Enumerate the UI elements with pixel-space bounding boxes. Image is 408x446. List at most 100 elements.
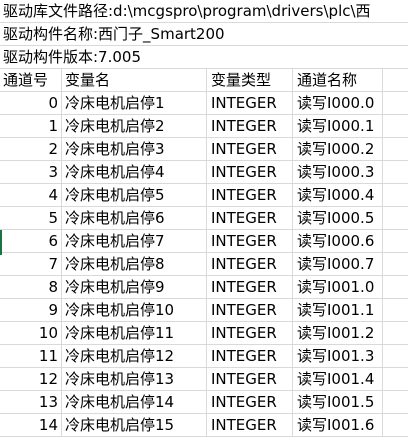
empty-cell[interactable] bbox=[383, 115, 408, 137]
component-name-text[interactable]: 驱动构件名称:西门子_Smart200 bbox=[3, 23, 408, 45]
component-version-text[interactable]: 驱动构件版本:7.005 bbox=[3, 46, 408, 68]
info-row-component-version[interactable]: 驱动构件版本:7.005 bbox=[0, 46, 408, 69]
channel-name-cell[interactable]: 读写I000.2 bbox=[293, 138, 383, 160]
channel-number-cell[interactable]: 2 bbox=[0, 138, 62, 160]
variable-type-cell[interactable]: INTEGER bbox=[207, 230, 293, 252]
variable-name-cell[interactable]: 冷床电机启停14 bbox=[62, 391, 207, 413]
channel-number-cell[interactable]: 9 bbox=[0, 299, 62, 321]
empty-cell[interactable] bbox=[383, 207, 408, 229]
table-row: 10 冷床电机启停11 INTEGER 读写I001.2 bbox=[0, 322, 408, 345]
variable-name-cell[interactable]: 冷床电机启停15 bbox=[62, 414, 207, 436]
channel-name-cell[interactable]: 读写I000.3 bbox=[293, 161, 383, 183]
table-row: 8 冷床电机启停9 INTEGER 读写I001.0 bbox=[0, 276, 408, 299]
variable-type-cell[interactable]: INTEGER bbox=[207, 345, 293, 367]
variable-type-cell[interactable]: INTEGER bbox=[207, 184, 293, 206]
channel-name-cell[interactable]: 读写I000.1 bbox=[293, 115, 383, 137]
info-row-component-name[interactable]: 驱动构件名称:西门子_Smart200 bbox=[0, 23, 408, 46]
empty-cell[interactable] bbox=[383, 161, 408, 183]
channel-number-cell[interactable]: 13 bbox=[0, 391, 62, 413]
channel-number-cell[interactable]: 4 bbox=[0, 184, 62, 206]
variable-name-cell[interactable]: 冷床电机启停12 bbox=[62, 345, 207, 367]
empty-cell[interactable] bbox=[383, 322, 408, 344]
channel-name-cell[interactable]: 读写I001.4 bbox=[293, 368, 383, 390]
channel-name-cell[interactable]: 读写I001.2 bbox=[293, 322, 383, 344]
channel-name-cell[interactable]: 读写I000.5 bbox=[293, 207, 383, 229]
variable-name-cell[interactable]: 冷床电机启停1 bbox=[62, 92, 207, 114]
table-row: 12 冷床电机启停13 INTEGER 读写I001.4 bbox=[0, 368, 408, 391]
table-row: 9 冷床电机启停10 INTEGER 读写I001.1 bbox=[0, 299, 408, 322]
header-variable-name[interactable]: 变量名 bbox=[62, 69, 207, 91]
table-row: 6 冷床电机启停7 INTEGER 读写I000.6 bbox=[0, 230, 408, 253]
table-row: 2 冷床电机启停3 INTEGER 读写I000.2 bbox=[0, 138, 408, 161]
channel-name-cell[interactable]: 读写I001.6 bbox=[293, 414, 383, 436]
channel-number-cell[interactable]: 12 bbox=[0, 368, 62, 390]
channel-name-cell[interactable]: 读写I001.0 bbox=[293, 276, 383, 298]
table-row: 14 冷床电机启停15 INTEGER 读写I001.6 bbox=[0, 414, 408, 437]
table-row: 4 冷床电机启停5 INTEGER 读写I000.4 bbox=[0, 184, 408, 207]
channel-number-cell[interactable]: 3 bbox=[0, 161, 62, 183]
library-path-text[interactable]: 驱动库文件路径:d:\mcgspro\program\drivers\plc\西 bbox=[3, 0, 408, 22]
header-channel-number[interactable]: 通道号 bbox=[0, 69, 62, 91]
channel-name-cell[interactable]: 读写I000.7 bbox=[293, 253, 383, 275]
variable-name-cell[interactable]: 冷床电机启停11 bbox=[62, 322, 207, 344]
variable-type-cell[interactable]: INTEGER bbox=[207, 138, 293, 160]
channel-number-cell[interactable]: 5 bbox=[0, 207, 62, 229]
empty-cell[interactable] bbox=[383, 253, 408, 275]
empty-cell[interactable] bbox=[383, 276, 408, 298]
variable-type-cell[interactable]: INTEGER bbox=[207, 207, 293, 229]
table-row: 5 冷床电机启停6 INTEGER 读写I000.5 bbox=[0, 207, 408, 230]
variable-type-cell[interactable]: INTEGER bbox=[207, 253, 293, 275]
header-channel-name[interactable]: 通道名称 bbox=[293, 69, 383, 91]
variable-type-cell[interactable]: INTEGER bbox=[207, 414, 293, 436]
variable-type-cell[interactable]: INTEGER bbox=[207, 276, 293, 298]
empty-cell[interactable] bbox=[383, 345, 408, 367]
variable-type-cell[interactable]: INTEGER bbox=[207, 368, 293, 390]
table-row: 11 冷床电机启停12 INTEGER 读写I001.3 bbox=[0, 345, 408, 368]
variable-type-cell[interactable]: INTEGER bbox=[207, 161, 293, 183]
empty-cell[interactable] bbox=[383, 391, 408, 413]
channel-number-cell[interactable]: 11 bbox=[0, 345, 62, 367]
channel-name-cell[interactable]: 读写I001.1 bbox=[293, 299, 383, 321]
channel-number-cell[interactable]: 0 bbox=[0, 92, 62, 114]
empty-cell[interactable] bbox=[383, 299, 408, 321]
empty-cell[interactable] bbox=[383, 92, 408, 114]
variable-type-cell[interactable]: INTEGER bbox=[207, 92, 293, 114]
channel-name-cell[interactable]: 读写I001.5 bbox=[293, 391, 383, 413]
channel-name-cell[interactable]: 读写I000.0 bbox=[293, 92, 383, 114]
variable-name-cell[interactable]: 冷床电机启停10 bbox=[62, 299, 207, 321]
channel-name-cell[interactable]: 读写I000.4 bbox=[293, 184, 383, 206]
variable-name-cell[interactable]: 冷床电机启停8 bbox=[62, 253, 207, 275]
channel-name-cell[interactable]: 读写I000.6 bbox=[293, 230, 383, 252]
variable-name-cell[interactable]: 冷床电机启停13 bbox=[62, 368, 207, 390]
empty-cell[interactable] bbox=[383, 138, 408, 160]
table-row: 1 冷床电机启停2 INTEGER 读写I000.1 bbox=[0, 115, 408, 138]
table-row: 3 冷床电机启停4 INTEGER 读写I000.3 bbox=[0, 161, 408, 184]
channel-number-cell[interactable]: 7 bbox=[0, 253, 62, 275]
variable-name-cell[interactable]: 冷床电机启停5 bbox=[62, 184, 207, 206]
variable-type-cell[interactable]: INTEGER bbox=[207, 391, 293, 413]
variable-name-cell[interactable]: 冷床电机启停9 bbox=[62, 276, 207, 298]
channel-number-cell[interactable]: 10 bbox=[0, 322, 62, 344]
table-row: 0 冷床电机启停1 INTEGER 读写I000.0 bbox=[0, 92, 408, 115]
variable-type-cell[interactable]: INTEGER bbox=[207, 322, 293, 344]
empty-cell[interactable] bbox=[383, 368, 408, 390]
variable-name-cell[interactable]: 冷床电机启停6 bbox=[62, 207, 207, 229]
info-row-library-path[interactable]: 驱动库文件路径:d:\mcgspro\program\drivers\plc\西 bbox=[0, 0, 408, 23]
channel-number-cell[interactable]: 6 bbox=[0, 230, 62, 252]
channel-number-cell[interactable]: 1 bbox=[0, 115, 62, 137]
variable-type-cell[interactable]: INTEGER bbox=[207, 115, 293, 137]
empty-cell[interactable] bbox=[383, 69, 408, 91]
variable-name-cell[interactable]: 冷床电机启停2 bbox=[62, 115, 207, 137]
empty-cell[interactable] bbox=[383, 184, 408, 206]
channel-name-cell[interactable]: 读写I001.3 bbox=[293, 345, 383, 367]
empty-cell[interactable] bbox=[383, 414, 408, 436]
variable-type-cell[interactable]: INTEGER bbox=[207, 299, 293, 321]
channel-number-cell[interactable]: 14 bbox=[0, 414, 62, 436]
variable-name-cell[interactable]: 冷床电机启停4 bbox=[62, 161, 207, 183]
row-selection-marker bbox=[0, 230, 2, 255]
channel-number-cell[interactable]: 8 bbox=[0, 276, 62, 298]
empty-cell[interactable] bbox=[383, 230, 408, 252]
variable-name-cell[interactable]: 冷床电机启停7 bbox=[62, 230, 207, 252]
variable-name-cell[interactable]: 冷床电机启停3 bbox=[62, 138, 207, 160]
header-variable-type[interactable]: 变量类型 bbox=[207, 69, 293, 91]
